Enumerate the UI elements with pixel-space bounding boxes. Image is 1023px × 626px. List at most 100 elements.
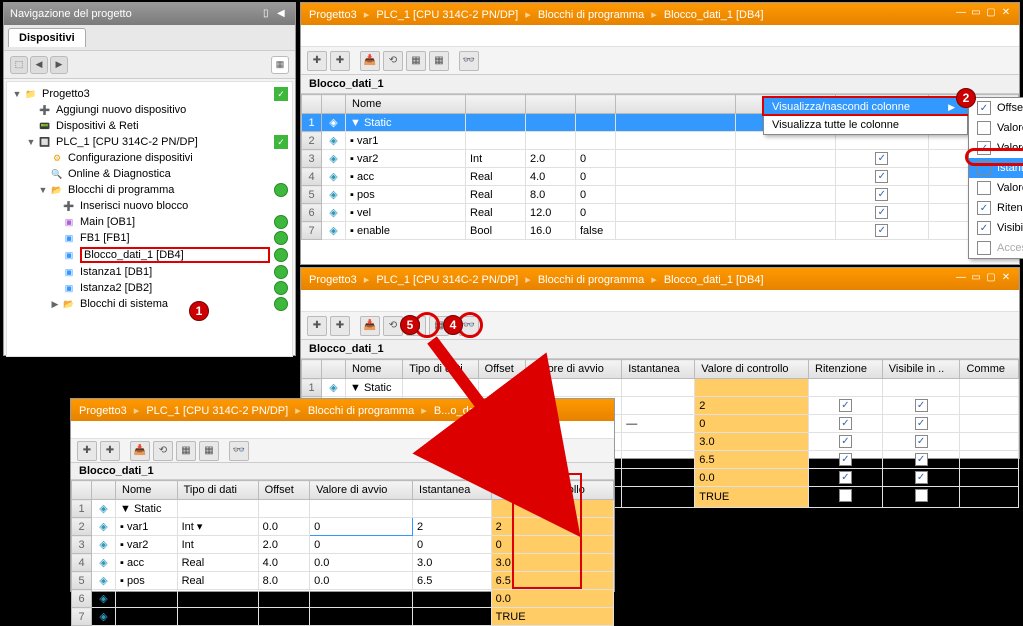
breadcrumb-seg[interactable]: Progetto3 (79, 405, 127, 417)
restore-icon[interactable]: ▭ (969, 272, 983, 286)
breadcrumb-seg[interactable]: Blocchi di programma (538, 274, 644, 286)
checkbox[interactable]: ✓ (875, 224, 888, 237)
checkbox[interactable] (915, 489, 928, 502)
breadcrumb-seg[interactable]: Progetto3 (309, 9, 357, 21)
tbtn-3[interactable]: 📥 (360, 316, 380, 336)
breadcrumb-seg[interactable]: PLC_1 [CPU 314C-2 PN/DP] (376, 274, 518, 286)
nav-btn-1[interactable]: ⬚ (10, 56, 28, 74)
tree-node[interactable]: ➕ Inserisci nuovo blocco (9, 198, 290, 214)
tbtn-glasses[interactable]: 👓 (459, 51, 479, 71)
breadcrumb-seg[interactable]: Blocchi di programma (308, 405, 414, 417)
ctx-col-item[interactable]: ✓Offset (969, 98, 1023, 118)
tbtn-1[interactable]: ✚ (307, 51, 327, 71)
checkbox[interactable]: ✓ (915, 435, 928, 448)
checkbox-icon[interactable] (977, 241, 991, 255)
tbtn-6[interactable]: ▦ (429, 51, 449, 71)
ctx-item[interactable]: Visualizza tutte le colonne (764, 116, 967, 134)
nav-btn-right[interactable]: ▦ (271, 56, 289, 74)
checkbox-icon[interactable]: ✓ (977, 221, 991, 235)
checkbox[interactable]: ✓ (915, 399, 928, 412)
ctx-col-item[interactable]: ✓Ritenzione (969, 198, 1023, 218)
checkbox-icon[interactable] (977, 181, 991, 195)
expand-icon[interactable]: ▼ (11, 89, 23, 99)
checkbox[interactable]: ✓ (915, 471, 928, 484)
breadcrumb-seg[interactable]: B...o_dati_1 [DB4] (434, 405, 523, 417)
tree-node[interactable]: ▼ 📂 Blocchi di programma (9, 182, 290, 198)
context-menu-top[interactable]: Visualizza/nascondi colonne▶Visualizza t… (763, 97, 968, 135)
checkbox-icon[interactable]: ✓ (977, 201, 991, 215)
status-dot-icon (274, 281, 288, 295)
tree-node[interactable]: ▶ 📂 Blocchi di sistema (9, 296, 290, 312)
tbtn-2[interactable]: ✚ (100, 441, 120, 461)
nav-tab-row: Dispositivi (4, 25, 295, 51)
breadcrumb-seg[interactable]: Blocco_dati_1 [DB4] (664, 9, 764, 21)
collapse-icon[interactable]: ◀ (277, 8, 289, 20)
tree-node[interactable]: ➕ Aggiungi nuovo dispositivo (9, 102, 290, 118)
project-tree[interactable]: ▼ 📁 Progetto3✓ ➕ Aggiungi nuovo disposit… (6, 81, 293, 357)
tree-node[interactable]: ▣ Istanza2 [DB2] (9, 280, 290, 296)
max-icon[interactable]: ▢ (984, 7, 998, 21)
tab-devices[interactable]: Dispositivi (8, 28, 86, 47)
checkbox-icon[interactable] (977, 121, 991, 135)
restore-icon[interactable]: ▭ (969, 7, 983, 21)
context-submenu-columns[interactable]: ✓OffsetValore di default✓Valore di avvio… (968, 97, 1023, 259)
breadcrumb-seg[interactable]: Blocco_dati_1 [DB4] (664, 274, 764, 286)
tree-node[interactable]: 🔍 Online & Diagnostica (9, 166, 290, 182)
block-title-top: Blocco_dati_1 (301, 75, 1019, 94)
breadcrumb-seg[interactable]: Progetto3 (309, 274, 357, 286)
close-icon[interactable]: ✕ (999, 7, 1013, 21)
tree-node[interactable]: ▼ 📁 Progetto3✓ (9, 86, 290, 102)
breadcrumb-seg[interactable]: PLC_1 [CPU 314C-2 PN/DP] (146, 405, 288, 417)
checkbox[interactable]: ✓ (915, 453, 928, 466)
checkbox[interactable]: ✓ (915, 417, 928, 430)
tbtn-3[interactable]: 📥 (130, 441, 150, 461)
ctx-col-item[interactable]: Valore di default (969, 118, 1023, 138)
min-icon[interactable]: — (954, 272, 968, 286)
node-icon: 📁 (23, 87, 39, 101)
pin-icon[interactable]: ▯ (263, 8, 275, 20)
row-struct-icon: ◈ (322, 150, 346, 168)
tree-node[interactable]: ▣ FB1 [FB1] (9, 230, 290, 246)
tbtn-6[interactable]: ▦ (199, 441, 219, 461)
tbtn-1[interactable]: ✚ (307, 316, 327, 336)
tbtn-5[interactable]: ▦ (176, 441, 196, 461)
checkbox[interactable]: ✓ (875, 206, 888, 219)
checkbox[interactable]: ✓ (839, 399, 852, 412)
checkbox[interactable]: ✓ (875, 188, 888, 201)
tree-node[interactable]: ▼ 🔲 PLC_1 [CPU 314C-2 PN/DP]✓ (9, 134, 290, 150)
checkbox[interactable]: ✓ (839, 417, 852, 430)
checkbox[interactable]: ✓ (839, 453, 852, 466)
tbtn-5[interactable]: ▦ (406, 51, 426, 71)
checkbox[interactable]: ✓ (839, 435, 852, 448)
tree-node[interactable]: 📟 Dispositivi & Reti (9, 118, 290, 134)
nav-back-icon[interactable]: ◀ (30, 56, 48, 74)
tbtn-1[interactable]: ✚ (77, 441, 97, 461)
expand-icon[interactable]: ▶ (49, 299, 61, 310)
checkbox[interactable] (839, 489, 852, 502)
tree-node[interactable]: ▣ Blocco_dati_1 [DB4] (9, 246, 290, 264)
checkbox[interactable]: ✓ (839, 471, 852, 484)
tbtn-4[interactable]: ⟲ (383, 51, 403, 71)
ctx-col-item[interactable]: Accessibile da HMI (969, 238, 1023, 258)
tbtn-2[interactable]: ✚ (330, 51, 350, 71)
checkbox-icon[interactable]: ✓ (977, 101, 991, 115)
breadcrumb-seg[interactable]: Blocchi di programma (538, 9, 644, 21)
ctx-col-item[interactable]: ✓Visibile in HMI (969, 218, 1023, 238)
breadcrumb-seg[interactable]: PLC_1 [CPU 314C-2 PN/DP] (376, 9, 518, 21)
tree-node[interactable]: ⚙ Configurazione dispositivi (9, 150, 290, 166)
tbtn-4[interactable]: ⟲ (153, 441, 173, 461)
tree-node[interactable]: ▣ Main [OB1] (9, 214, 290, 230)
expand-icon[interactable]: ▼ (37, 185, 49, 195)
ctx-col-item[interactable]: Valore di controllo (969, 178, 1023, 198)
max-icon[interactable]: ▢ (984, 272, 998, 286)
expand-icon[interactable]: ▼ (25, 137, 37, 147)
checkbox[interactable]: ✓ (875, 152, 888, 165)
min-icon[interactable]: — (954, 7, 968, 21)
tbtn-3[interactable]: 📥 (360, 51, 380, 71)
close-icon[interactable]: ✕ (999, 272, 1013, 286)
tbtn-2[interactable]: ✚ (330, 316, 350, 336)
tbtn-glasses[interactable]: 👓 (229, 441, 249, 461)
tree-node[interactable]: ▣ Istanza1 [DB1] (9, 264, 290, 280)
checkbox[interactable]: ✓ (875, 170, 888, 183)
nav-fwd-icon[interactable]: ▶ (50, 56, 68, 74)
